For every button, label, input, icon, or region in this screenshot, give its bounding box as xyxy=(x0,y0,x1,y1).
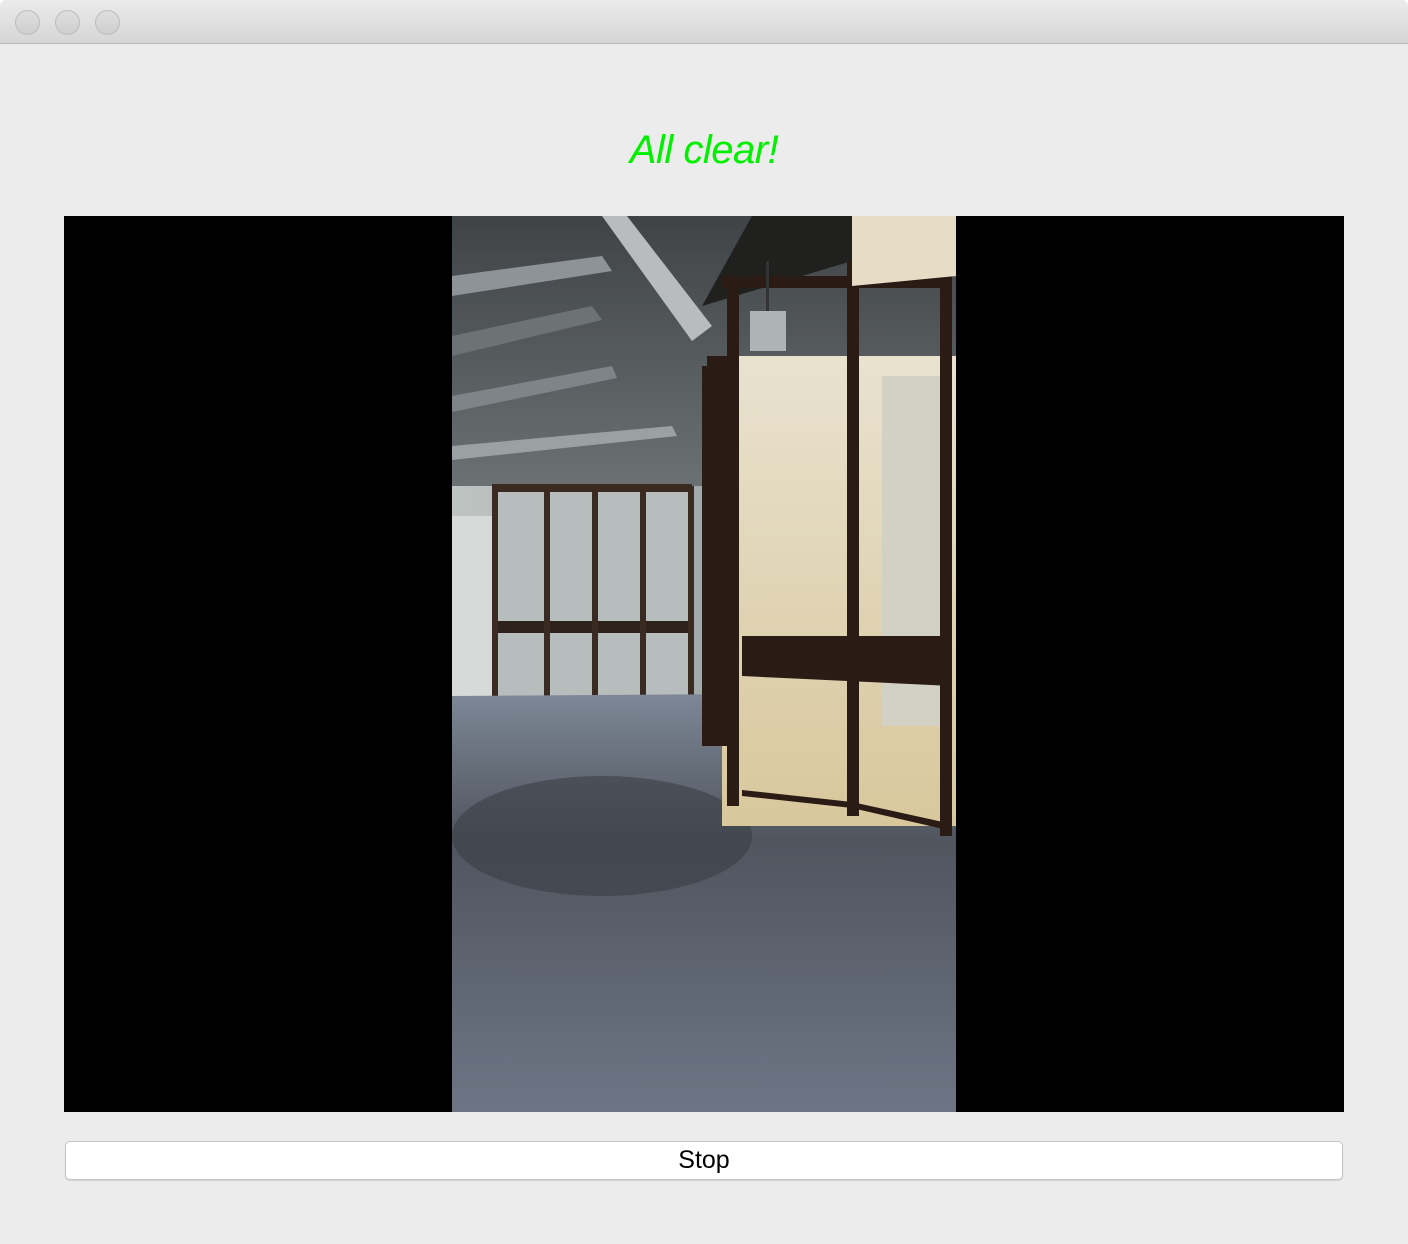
title-bar[interactable] xyxy=(0,0,1408,44)
minimize-button[interactable] xyxy=(55,10,80,35)
zoom-button[interactable] xyxy=(95,10,120,35)
camera-frame xyxy=(452,216,956,1112)
close-button[interactable] xyxy=(15,10,40,35)
camera-feed-image xyxy=(452,216,956,1112)
app-window: All clear! Stop xyxy=(0,0,1408,1244)
video-display xyxy=(64,216,1344,1112)
stop-button[interactable]: Stop xyxy=(65,1141,1343,1180)
status-message: All clear! xyxy=(629,128,779,172)
